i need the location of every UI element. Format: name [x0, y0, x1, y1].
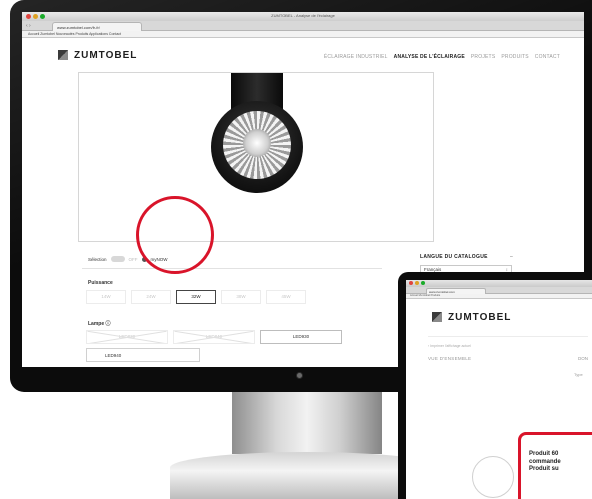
lampe-label: Lampe ⓘ	[88, 321, 111, 327]
puissance-option[interactable]: 45W	[266, 290, 306, 304]
power-indicator	[296, 372, 303, 379]
print-link[interactable]: ‹ Imprimer l'affichage actuel	[428, 344, 471, 348]
minimize-window-button[interactable]	[415, 281, 419, 285]
highlight-circle	[136, 196, 214, 274]
nav-item-products[interactable]: PRODUITS	[501, 54, 528, 60]
availability-popup: Produit 60 commande Produit su	[518, 432, 592, 499]
lampe-options: LED830 LED840 LED930	[86, 330, 342, 344]
product-hero-image	[78, 72, 434, 242]
puissance-options: 14W 24W 32W 38W 45W	[86, 290, 306, 304]
overview-heading: VUE D'ENSEMBLE	[428, 356, 472, 361]
secondary-tab[interactable]: www.zumtobel.com	[426, 288, 486, 294]
secondary-tab-bar: www.zumtobel.com	[406, 287, 592, 294]
zumtobel-logo-icon[interactable]	[58, 50, 68, 60]
close-window-button[interactable]	[409, 281, 413, 285]
nav-item-projects[interactable]: PROJETS	[471, 54, 495, 60]
nav-item-analysis[interactable]: ANALYSE DE L'ÉCLAIRAGE	[394, 54, 465, 60]
puissance-label: Puissance	[88, 280, 113, 286]
popup-line: Produit su	[529, 466, 559, 472]
monitor-stand-neck	[232, 392, 382, 454]
data-heading: DON	[578, 356, 588, 361]
catalog-language-label: LANGUE DU CATALOGUE	[420, 254, 488, 260]
selection-label: Sélection	[88, 256, 107, 262]
zoom-window-button[interactable]	[421, 281, 425, 285]
site-logo[interactable]: ZUMTOBEL	[74, 50, 137, 61]
collapse-icon[interactable]: –	[510, 254, 513, 260]
product-sketch	[472, 456, 514, 498]
zumtobel-logo-icon[interactable]	[432, 312, 442, 322]
lamp-led-core	[243, 129, 271, 157]
secondary-titlebar	[406, 280, 592, 287]
puissance-option[interactable]: 24W	[131, 290, 171, 304]
secondary-site-logo[interactable]: ZUMTOBEL	[448, 312, 511, 323]
lampe-option-disabled: LED830	[86, 330, 168, 344]
divider	[82, 268, 382, 269]
type-label: Type	[574, 372, 583, 377]
window-title: ZUMTOBEL - Analyse de l'éclairage	[271, 13, 335, 18]
window-titlebar: ZUMTOBEL - Analyse de l'éclairage	[22, 12, 584, 21]
divider	[428, 336, 588, 337]
top-navigation: ÉCLAIRAGE INDUSTRIEL ANALYSE DE L'ÉCLAIR…	[324, 54, 560, 60]
availability-popup-text: Produit 60 commande Produit su	[529, 451, 561, 474]
puissance-option-selected[interactable]: 32W	[176, 290, 216, 304]
popup-line: commande	[529, 458, 561, 465]
secondary-bookmarks-bar[interactable]: Accueil Zumtobel Produits	[406, 294, 592, 299]
puissance-option[interactable]: 38W	[221, 290, 261, 304]
secondary-browser: www.zumtobel.com Accueil Zumtobel Produi…	[406, 280, 592, 499]
popup-line: Produit 60	[529, 451, 559, 457]
back-forward-icon[interactable]: ‹ ›	[26, 23, 31, 29]
nav-item-contact[interactable]: CONTACT	[535, 54, 560, 60]
lampe-option-disabled: LED840	[173, 330, 255, 344]
lampe-option-led940[interactable]: LED940	[86, 348, 200, 362]
puissance-option[interactable]: 14W	[86, 290, 126, 304]
bookmarks-bar[interactable]: Accueil Zumtobel Nouveautés Produits App…	[22, 31, 584, 38]
browser-tab[interactable]: www.zumtobel.com/fr-fr/	[52, 22, 142, 31]
secondary-screen: www.zumtobel.com Accueil Zumtobel Produi…	[398, 272, 592, 499]
tab-bar: ‹ › www.zumtobel.com/fr-fr/	[22, 21, 584, 31]
lampe-option[interactable]: LED930	[260, 330, 342, 344]
stage: ZUMTOBEL - Analyse de l'éclairage ‹ › ww…	[0, 0, 592, 499]
selection-switch[interactable]	[110, 256, 125, 262]
selection-off-option[interactable]: OFF	[129, 257, 138, 262]
nav-item-industrial[interactable]: ÉCLAIRAGE INDUSTRIEL	[324, 54, 388, 60]
